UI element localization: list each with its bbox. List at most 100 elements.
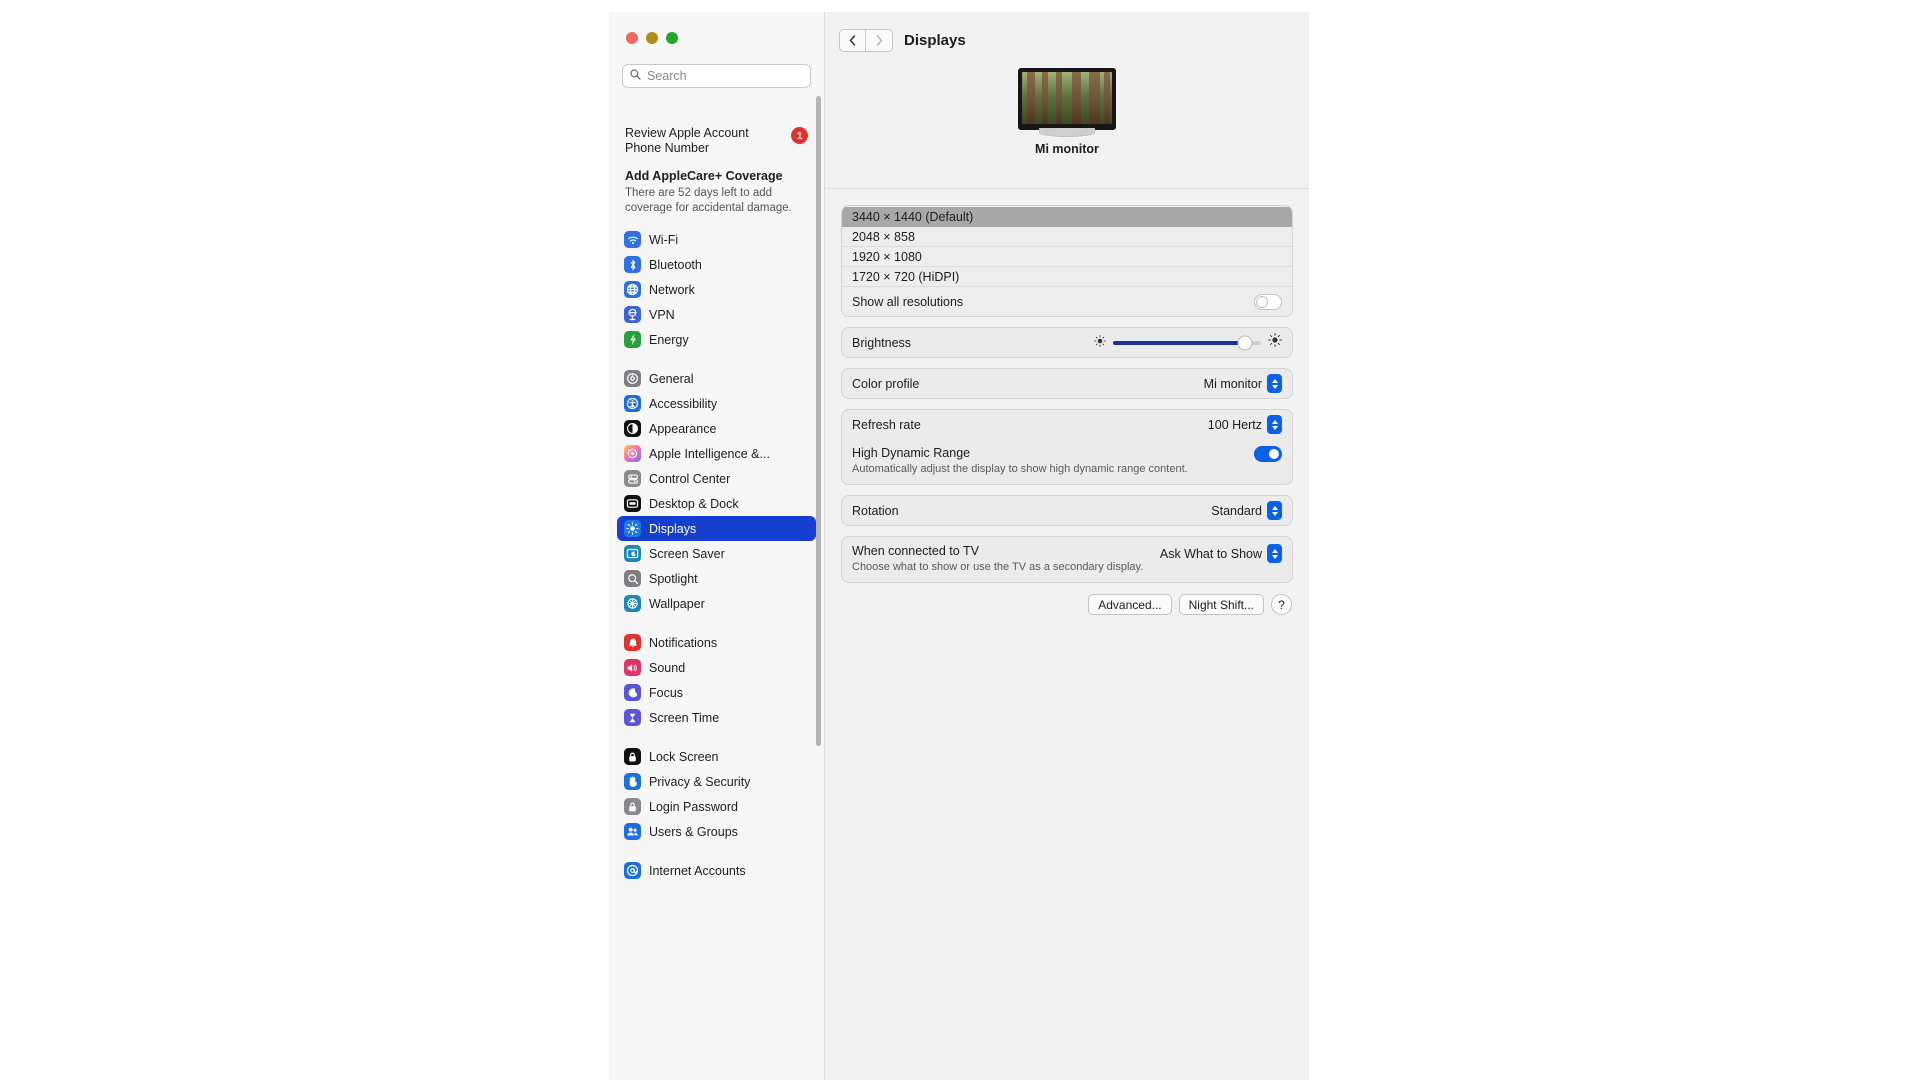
tv-popup[interactable]: Ask What to Show	[1160, 544, 1282, 563]
sidebar-item-desktop-dock[interactable]: Desktop & Dock	[617, 491, 816, 516]
sidebar-item-users-groups[interactable]: Users & Groups	[617, 819, 816, 844]
general-icon	[624, 370, 641, 387]
sidebar-item-label: Bluetooth	[649, 257, 702, 272]
advanced-button[interactable]: Advanced...	[1088, 594, 1172, 615]
accessibility-icon	[624, 395, 641, 412]
status-badge: 1	[791, 127, 808, 144]
resolution-option[interactable]: 2048 × 858	[842, 227, 1292, 247]
apple-intelligence-icon	[624, 445, 641, 462]
zoom-button[interactable]	[666, 32, 678, 44]
hdr-description: Automatically adjust the display to show…	[852, 463, 1188, 475]
chevron-updown-icon[interactable]	[1267, 501, 1282, 520]
back-button[interactable]	[839, 28, 866, 52]
help-button[interactable]: ?	[1271, 594, 1292, 615]
tv-row: When connected to TV Choose what to show…	[842, 537, 1292, 582]
sidebar-item-wallpaper[interactable]: Wallpaper	[617, 591, 816, 616]
sidebar-item-label: Accessibility	[649, 396, 718, 411]
sidebar-item-label: Notifications	[649, 635, 718, 650]
chevron-updown-icon[interactable]	[1267, 544, 1282, 563]
sidebar-item-displays[interactable]: Displays	[617, 516, 816, 541]
rotation-row[interactable]: Rotation Standard	[842, 496, 1292, 525]
show-all-resolutions-label: Show all resolutions	[852, 294, 964, 309]
sidebar-item-network[interactable]: Network	[617, 277, 816, 302]
sidebar-item-label: Appearance	[649, 421, 717, 436]
sidebar-item-label: Lock Screen	[649, 749, 719, 764]
sidebar-item-focus[interactable]: Focus	[617, 680, 816, 705]
sidebar-scrollbar[interactable]	[816, 96, 821, 746]
sidebar-item-label: Sound	[649, 660, 686, 675]
sound-icon	[624, 659, 641, 676]
screen-time-icon	[624, 709, 641, 726]
brightness-card: Brightness	[841, 327, 1293, 358]
sidebar-item-internet-accounts[interactable]: Internet Accounts	[617, 858, 816, 883]
search-input[interactable]	[647, 69, 803, 83]
tv-label: When connected to TV	[852, 544, 979, 558]
sidebar-item-label: Spotlight	[649, 571, 698, 586]
show-all-resolutions-toggle[interactable]	[1254, 293, 1282, 310]
sidebar-item-login-password[interactable]: Login Password	[617, 794, 816, 819]
forward-button[interactable]	[866, 28, 893, 52]
resolution-option[interactable]: 1920 × 1080	[842, 247, 1292, 267]
refresh-rate-row[interactable]: Refresh rate 100 Hertz	[842, 410, 1292, 439]
sidebar-item-control-center[interactable]: Control Center	[617, 466, 816, 491]
minimize-button[interactable]	[646, 32, 658, 44]
color-profile-popup[interactable]: Mi monitor	[1204, 374, 1282, 393]
network-icon	[624, 281, 641, 298]
night-shift-button[interactable]: Night Shift...	[1178, 594, 1264, 615]
applecare-title[interactable]: Add AppleCare+ Coverage	[625, 169, 808, 183]
brightness-slider[interactable]	[1113, 335, 1261, 350]
settings-content: 3440 × 1440 (Default) 2048 × 858 1920 × 10…	[825, 189, 1309, 615]
color-profile-row[interactable]: Color profile Mi monitor	[842, 369, 1292, 398]
wallpaper-icon	[624, 595, 641, 612]
sidebar-item-bluetooth[interactable]: Bluetooth	[617, 252, 816, 277]
sidebar-item-general[interactable]: General	[617, 366, 816, 391]
sidebar-nav: Wi-Fi Bluetooth Network VPN Energy General Acc…	[609, 227, 824, 883]
sidebar-item-label: Users & Groups	[649, 824, 738, 839]
internet-accounts-icon	[624, 862, 641, 879]
color-profile-value: Mi monitor	[1203, 376, 1262, 391]
rotation-popup[interactable]: Standard	[1211, 501, 1282, 520]
main-panel: Displays Mi monitor 3440 × 1440 (Default…	[824, 12, 1309, 1080]
sidebar-item-label: Apple Intelligence &...	[649, 446, 770, 461]
sidebar-item-lock-screen[interactable]: Lock Screen	[617, 744, 816, 769]
sidebar-item-privacy-security[interactable]: Privacy & Security	[617, 769, 816, 794]
sidebar-item-label: Wi-Fi	[649, 232, 679, 247]
chevron-updown-icon[interactable]	[1267, 415, 1282, 434]
sidebar-item-apple-intelligence[interactable]: Apple Intelligence &...	[617, 441, 816, 466]
sidebar-group-2: Notifications Sound Focus Screen Time	[609, 630, 824, 730]
chevron-updown-icon[interactable]	[1267, 374, 1282, 393]
sidebar-item-vpn[interactable]: VPN	[617, 302, 816, 327]
sidebar-group-0: Wi-Fi Bluetooth Network VPN Energy	[609, 227, 824, 352]
display-preview-section: Mi monitor	[825, 68, 1309, 189]
show-all-resolutions-row[interactable]: Show all resolutions	[842, 287, 1292, 316]
sidebar-item-energy[interactable]: Energy	[617, 327, 816, 352]
sidebar-item-notifications[interactable]: Notifications	[617, 630, 816, 655]
window-controls	[609, 12, 824, 44]
sidebar-item-screen-time[interactable]: Screen Time	[617, 705, 816, 730]
hdr-toggle[interactable]	[1254, 446, 1282, 462]
focus-icon	[624, 684, 641, 701]
sidebar-item-screen-saver[interactable]: Screen Saver	[617, 541, 816, 566]
sidebar-item-label: Network	[649, 282, 695, 297]
refresh-rate-popup[interactable]: 100 Hertz	[1208, 415, 1282, 434]
sidebar-item-label: Screen Time	[649, 710, 720, 725]
sidebar-group-3: Lock Screen Privacy & Security Login Passw…	[609, 744, 824, 844]
sidebar-item-accessibility[interactable]: Accessibility	[617, 391, 816, 416]
monitor-preview[interactable]	[1018, 68, 1116, 137]
sidebar-item-appearance[interactable]: Appearance	[617, 416, 816, 441]
users-groups-icon	[624, 823, 641, 840]
sidebar-item-sound[interactable]: Sound	[617, 655, 816, 680]
tv-description: Choose what to show or use the TV as a s…	[852, 561, 1144, 573]
sidebar-item-label: Internet Accounts	[649, 863, 746, 878]
close-button[interactable]	[626, 32, 638, 44]
sidebar-item-wi-fi[interactable]: Wi-Fi	[617, 227, 816, 252]
rotation-label: Rotation	[852, 503, 899, 518]
sidebar-scroll-area: Review Apple Account Phone Number 1 Add …	[609, 84, 824, 1080]
resolution-option[interactable]: 1720 × 720 (HiDPI)	[842, 267, 1292, 287]
sidebar-item-label: General	[649, 371, 694, 386]
resolution-option[interactable]: 3440 × 1440 (Default)	[842, 207, 1292, 227]
applecare-description: There are 52 days left to add coverage f…	[625, 187, 792, 214]
brightness-slider-group[interactable]	[1094, 333, 1282, 352]
sidebar-item-spotlight[interactable]: Spotlight	[617, 566, 816, 591]
review-apple-account-alert[interactable]: Review Apple Account Phone Number 1	[625, 126, 808, 156]
